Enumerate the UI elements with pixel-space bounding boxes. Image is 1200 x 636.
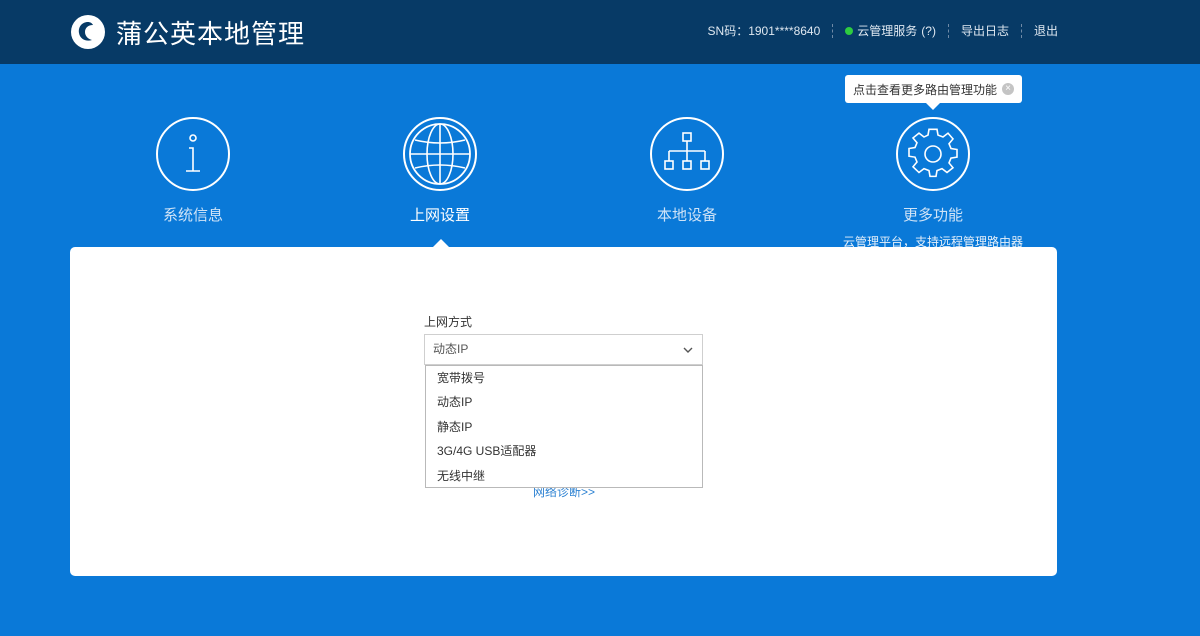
sn-label: SN码： [707, 24, 749, 38]
cloud-help-link[interactable]: (?) [921, 24, 936, 38]
header-actions: SN码： 1901****8640 云管理服务 (?) 导出日志 退出 [708, 22, 1058, 39]
dropdown-option-wireless-repeater[interactable]: 无线中继 [426, 464, 702, 488]
nav-internet-settings[interactable]: 上网设置 [340, 116, 540, 225]
nav-label-local-devices: 本地设备 [656, 207, 717, 224]
logo: 蒲公英本地管理 [70, 14, 305, 50]
divider [832, 23, 834, 38]
nav-local-devices[interactable]: 本地设备 [587, 116, 787, 225]
sn-value: 1901****8640 [748, 23, 821, 38]
connection-type-dropdown: 宽带拨号 动态IP 静态IP 3G/4G USB适配器 无线中继 [425, 365, 703, 488]
dropdown-option-pppoe[interactable]: 宽带拨号 [426, 366, 702, 390]
logout-link[interactable]: 退出 [1034, 22, 1058, 39]
dandelion-logo-icon [71, 15, 105, 49]
close-icon[interactable]: × [1002, 83, 1014, 95]
tooltip-arrow [926, 103, 940, 110]
export-log-link[interactable]: 导出日志 [961, 22, 1009, 39]
cloud-status-dot-icon [845, 26, 854, 35]
select-value: 动态IP [433, 342, 469, 356]
tooltip-text: 点击查看更多路由管理功能 [853, 82, 998, 97]
app-title: 蒲公英本地管理 [116, 19, 306, 50]
divider [947, 23, 949, 38]
network-icon [650, 117, 724, 191]
nav-label-internet-settings: 上网设置 [409, 207, 470, 224]
connection-type-select[interactable]: 动态IP [424, 334, 703, 365]
nav-more-features[interactable]: 更多功能 云管理平台，支持远程管理路由器 [833, 116, 1033, 250]
gear-icon [896, 117, 970, 191]
dropdown-option-dhcp[interactable]: 动态IP [426, 390, 702, 414]
nav-system-info[interactable]: 系统信息 [93, 116, 293, 225]
cloud-service-link[interactable]: 云管理服务 [857, 22, 917, 39]
chevron-down-icon [683, 347, 693, 353]
nav-label-more-features: 更多功能 [902, 207, 963, 224]
more-features-tooltip: 点击查看更多路由管理功能 × [845, 75, 1022, 103]
info-icon [156, 117, 230, 191]
top-header: 蒲公英本地管理 SN码： 1901****8640 云管理服务 (?) 导出日志… [0, 0, 1200, 64]
connection-type-label: 上网方式 [424, 315, 473, 329]
dropdown-option-usb-modem[interactable]: 3G/4G USB适配器 [426, 439, 702, 463]
divider [1020, 23, 1022, 38]
globe-icon [403, 117, 477, 191]
nav-label-system-info: 系统信息 [162, 207, 223, 224]
dropdown-option-static-ip[interactable]: 静态IP [426, 415, 702, 439]
